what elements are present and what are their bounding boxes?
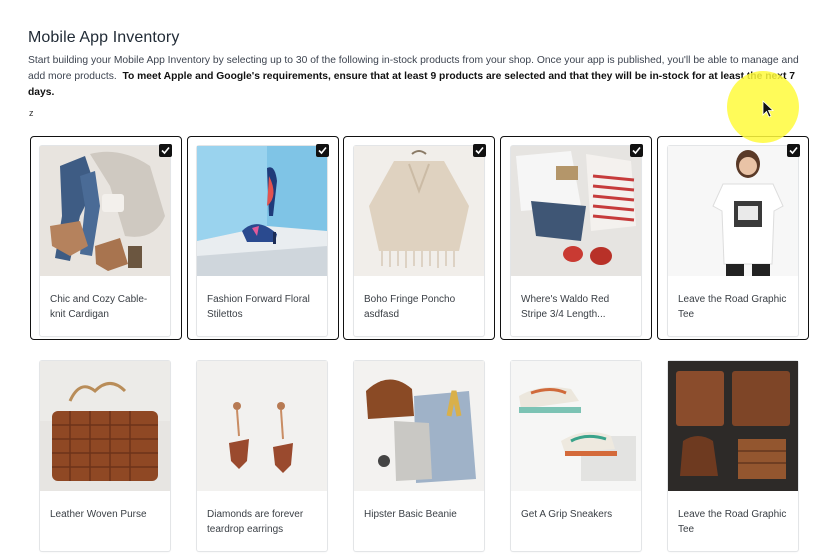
product-name: Diamonds are forever teardrop earrings <box>207 509 304 535</box>
striped-shirt-icon <box>511 146 641 276</box>
product-card[interactable]: Chic and Cozy Cable-knit Cardigan <box>40 144 172 336</box>
requirement-text: To meet Apple and Google's requirements,… <box>122 71 763 82</box>
checkmark-icon <box>632 146 641 155</box>
product-name: Get A Grip Sneakers <box>521 509 613 520</box>
checkmark-icon <box>789 146 798 155</box>
product-image <box>668 146 798 276</box>
product-name: Leave the Road Graphic Tee <box>678 294 787 320</box>
product-image <box>354 146 484 276</box>
product-name: Leave the Road Graphic Tee <box>678 509 787 535</box>
product-image <box>40 146 170 276</box>
checkmark-icon <box>475 146 484 155</box>
page-description: Start building your Mobile App Inventory… <box>28 53 813 101</box>
product-card[interactable]: Get A Grip Sneakers <box>511 361 641 551</box>
requirement-period: . <box>51 87 55 98</box>
beanie-icon <box>354 361 484 491</box>
app-inventory-panel: Mobile App Inventory Start building your… <box>0 0 824 556</box>
product-name: Hipster Basic Beanie <box>364 509 457 520</box>
product-image <box>668 361 798 491</box>
product-image <box>197 361 327 491</box>
product-image <box>354 361 484 491</box>
stray-text: z <box>29 108 34 118</box>
product-card[interactable]: Boho Fringe Poncho asdfasd <box>354 144 486 336</box>
stiletto-icon <box>197 146 327 276</box>
product-card[interactable]: Leave the Road Graphic Tee <box>668 361 798 551</box>
sneakers-icon <box>511 361 641 491</box>
product-name: Chic and Cozy Cable-knit Cardigan <box>50 294 148 320</box>
sweater-flatlay-icon <box>668 361 798 491</box>
product-card[interactable]: Diamonds are forever teardrop earrings <box>197 361 327 551</box>
poncho-icon <box>354 146 484 276</box>
page-title: Mobile App Inventory <box>28 29 180 46</box>
product-card[interactable]: Leave the Road Graphic Tee <box>668 144 800 336</box>
graphic-tee-icon <box>668 146 798 276</box>
product-image <box>511 361 641 491</box>
product-name: Boho Fringe Poncho asdfasd <box>364 294 456 320</box>
purse-icon <box>40 361 170 491</box>
mouse-pointer-icon <box>762 100 775 118</box>
product-card[interactable]: Leather Woven Purse <box>40 361 170 551</box>
checkbox-checked[interactable] <box>787 144 800 157</box>
product-image <box>511 146 641 276</box>
product-name: Where's Waldo Red Stripe 3/4 Length... <box>521 294 610 320</box>
product-image <box>197 146 327 276</box>
flatlay-denim-icon <box>40 146 170 276</box>
checkmark-icon <box>161 146 170 155</box>
product-card[interactable]: Fashion Forward Floral Stilettos <box>197 144 329 336</box>
checkbox-checked[interactable] <box>473 144 486 157</box>
earrings-icon <box>197 361 327 491</box>
product-card[interactable]: Hipster Basic Beanie <box>354 361 484 551</box>
product-name: Fashion Forward Floral Stilettos <box>207 294 310 320</box>
checkmark-icon <box>318 146 327 155</box>
product-image <box>40 361 170 491</box>
product-card[interactable]: Where's Waldo Red Stripe 3/4 Length... <box>511 144 643 336</box>
product-name: Leather Woven Purse <box>50 509 147 520</box>
checkbox-checked[interactable] <box>630 144 643 157</box>
checkbox-checked[interactable] <box>159 144 172 157</box>
checkbox-checked[interactable] <box>316 144 329 157</box>
